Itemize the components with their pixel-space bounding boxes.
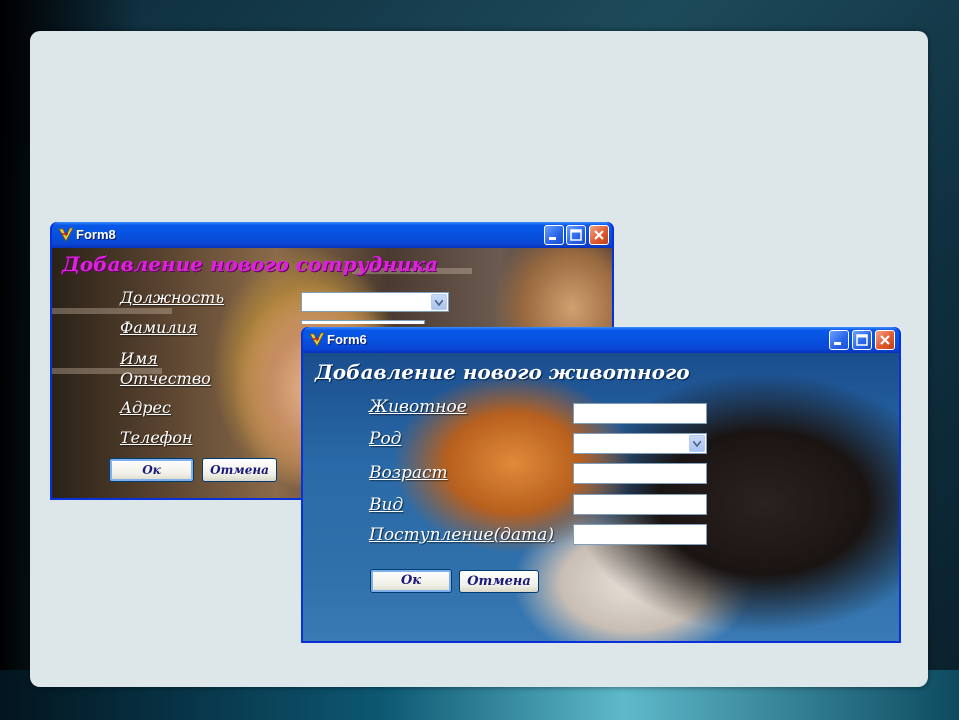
- form8-heading: Добавление нового сотрудника: [62, 252, 438, 276]
- label-phone: Телефон: [120, 428, 193, 447]
- label-position: Должность: [120, 288, 225, 307]
- ok-button[interactable]: Ок: [370, 569, 452, 593]
- combo-dropdown-button[interactable]: [431, 294, 447, 310]
- surname-field[interactable]: [301, 320, 425, 324]
- label-patronymic: Отчество: [120, 369, 211, 388]
- close-icon: [594, 230, 604, 240]
- label-admission-date: Поступление(дата): [369, 525, 555, 545]
- label-address: Адрес: [120, 398, 171, 417]
- cancel-button[interactable]: Отмена: [202, 458, 277, 482]
- minimize-button[interactable]: [544, 225, 564, 245]
- minimize-button[interactable]: [829, 330, 849, 350]
- animal-field[interactable]: [573, 403, 707, 424]
- form8-title: Form8: [76, 227, 116, 242]
- maximize-icon: [856, 334, 868, 346]
- form6-heading: Добавление нового животного: [315, 360, 690, 384]
- chevron-down-icon: [435, 300, 443, 306]
- minimize-icon: [549, 237, 556, 240]
- label-surname: Фамилия: [120, 318, 198, 337]
- close-button[interactable]: [875, 330, 895, 350]
- position-combobox[interactable]: [301, 292, 449, 312]
- genus-combobox[interactable]: [573, 433, 707, 454]
- form8-title-bar[interactable]: Form8: [52, 222, 612, 248]
- form6-title-bar[interactable]: Form6: [303, 327, 899, 353]
- chevron-down-icon: [693, 441, 701, 447]
- close-icon: [880, 335, 890, 345]
- maximize-button[interactable]: [566, 225, 586, 245]
- form6-client-area: Добавление нового животного Животное Род…: [303, 353, 899, 641]
- species-field[interactable]: [573, 494, 707, 515]
- close-button[interactable]: [589, 225, 609, 245]
- ok-button[interactable]: Ок: [109, 458, 194, 482]
- delphi-app-icon: [58, 227, 74, 242]
- label-animal: Животное: [369, 397, 467, 417]
- form6-window: Form6 Добавление нового животного Животн…: [301, 327, 901, 643]
- form6-title: Form6: [327, 332, 367, 347]
- combo-dropdown-button[interactable]: [689, 435, 705, 452]
- maximize-button[interactable]: [852, 330, 872, 350]
- cancel-button[interactable]: Отмена: [459, 570, 539, 593]
- label-first-name: Имя: [120, 349, 158, 368]
- shelf-decoration: [52, 308, 172, 314]
- age-field[interactable]: [573, 463, 707, 484]
- label-age: Возраст: [369, 463, 448, 483]
- maximize-icon: [570, 229, 582, 241]
- admission-date-field[interactable]: [573, 524, 707, 545]
- label-genus: Род: [369, 429, 402, 449]
- minimize-icon: [834, 342, 841, 345]
- delphi-app-icon: [309, 332, 325, 347]
- label-species: Вид: [369, 495, 404, 515]
